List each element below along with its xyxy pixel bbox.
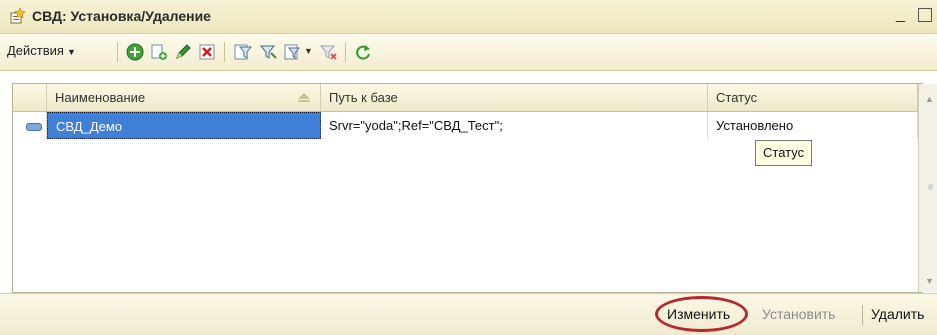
install-button[interactable]: Установить <box>762 306 835 322</box>
row-marker-icon <box>26 123 42 131</box>
actions-menu-button[interactable]: Действия ▼ <box>7 43 76 58</box>
dropdown-arrow-icon[interactable]: ▼ <box>304 46 313 56</box>
edit-pencil-icon[interactable] <box>174 43 192 61</box>
scroll-thumb[interactable] <box>928 184 933 190</box>
cell-name[interactable]: СВД_Демо <box>47 112 321 139</box>
cell-status[interactable]: Установлено <box>708 112 918 139</box>
minimize-button[interactable]: _ <box>896 6 912 24</box>
button-separator <box>862 305 863 325</box>
filter-settings-icon[interactable] <box>234 43 252 61</box>
row-marker-header <box>13 84 47 111</box>
scroll-down-icon[interactable]: ▼ <box>925 276 934 286</box>
status-tooltip: Статус <box>755 140 813 166</box>
column-header-name[interactable]: Наименование <box>47 84 321 111</box>
vertical-scrollbar[interactable]: ▲ ▼ <box>918 84 937 292</box>
title-bar: СВД: Установка/Удаление _ <box>0 0 937 34</box>
toolbar-separator <box>345 42 346 62</box>
bottom-button-bar: Изменить Установить Удалить <box>0 293 937 335</box>
row-marker-cell <box>13 112 47 139</box>
clear-filter-icon[interactable] <box>320 43 338 61</box>
remove-button[interactable]: Удалить <box>871 306 924 322</box>
add-icon[interactable] <box>126 43 144 61</box>
copy-icon[interactable] <box>150 43 168 61</box>
data-table: Наименование Путь к базе Статус СВД_Демо… <box>12 83 937 293</box>
form-icon <box>10 8 26 24</box>
refresh-icon[interactable] <box>354 43 372 61</box>
column-header-status[interactable]: Статус <box>708 84 918 111</box>
install-uninstall-window: СВД: Установка/Удаление _ Действия ▼ ▼ Н… <box>0 0 937 335</box>
scroll-up-icon[interactable]: ▲ <box>925 94 934 104</box>
filter-by-value-icon[interactable] <box>260 43 278 61</box>
actions-label: Действия <box>7 43 64 58</box>
dropdown-arrow-icon: ▼ <box>66 47 76 57</box>
filter-history-icon[interactable] <box>284 43 302 61</box>
toolbar-separator <box>224 42 225 62</box>
annotation-highlight-ring <box>655 296 748 332</box>
column-header-path[interactable]: Путь к базе <box>321 84 708 111</box>
toolbar: Действия ▼ ▼ <box>0 34 937 71</box>
toolbar-separator <box>117 42 118 62</box>
window-title: СВД: Установка/Удаление <box>32 8 211 24</box>
table-row[interactable]: СВД_Демо Srvr="yoda";Ref="СВД_Тест"; Уст… <box>13 112 922 139</box>
cell-path[interactable]: Srvr="yoda";Ref="СВД_Тест"; <box>321 112 708 139</box>
table-header: Наименование Путь к базе Статус <box>13 84 922 112</box>
maximize-button[interactable] <box>918 8 932 22</box>
delete-icon[interactable] <box>198 43 216 61</box>
sort-ascending-icon <box>298 93 310 102</box>
